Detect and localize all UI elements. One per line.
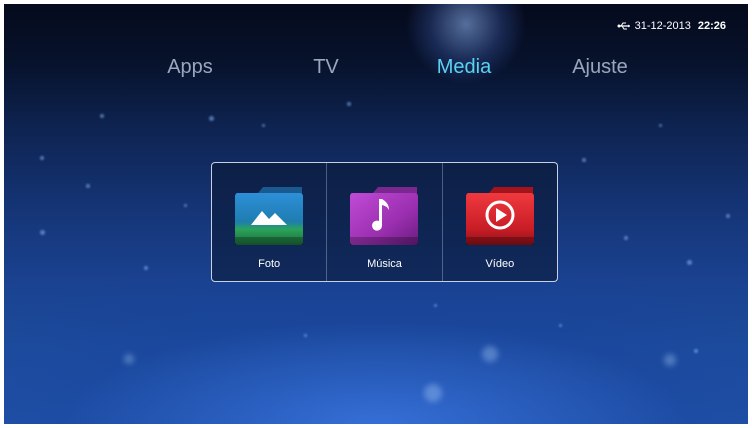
status-date: 31-12-2013: [634, 20, 691, 32]
background-sparkle: [582, 158, 586, 162]
background-sparkle: [304, 334, 307, 337]
background-sparkle: [347, 102, 351, 106]
background-sparkle: [659, 124, 662, 127]
background-sparkle: [100, 114, 104, 118]
tab-media[interactable]: Media: [437, 56, 491, 79]
background-sparkle: [424, 384, 442, 402]
background-sparkle: [482, 346, 498, 362]
background-sparkle: [184, 204, 187, 207]
photo-folder-icon: [235, 187, 304, 245]
tile-foto[interactable]: Foto: [212, 163, 326, 281]
status-bar: 31-12-2013 22:26: [617, 20, 726, 32]
background-sparkle: [124, 354, 134, 364]
tile-label-musica: Música: [367, 258, 402, 270]
background-sparkle: [726, 214, 730, 218]
background-sparkle: [262, 124, 265, 127]
background-sparkle: [664, 354, 676, 366]
background-sparkle: [694, 349, 698, 353]
music-folder-icon: [350, 187, 419, 245]
background-sparkle: [40, 156, 44, 160]
background-sparkle: [687, 260, 692, 265]
tile-label-foto: Foto: [258, 258, 281, 270]
media-panel: Foto Música Vídeo: [211, 162, 558, 282]
background-sparkle: [144, 266, 148, 270]
status-time: 22:26: [697, 20, 726, 32]
background-sparkle: [209, 116, 214, 121]
background-sparkle: [559, 324, 562, 327]
tab-tv[interactable]: TV: [313, 56, 339, 79]
usb-icon: [617, 22, 630, 30]
tile-video[interactable]: Vídeo: [441, 163, 557, 281]
background-sparkle: [40, 230, 45, 235]
tile-musica[interactable]: Música: [326, 163, 441, 281]
tab-apps[interactable]: Apps: [167, 56, 213, 79]
background-sparkle: [624, 236, 628, 240]
background-sparkle: [86, 184, 90, 188]
tab-ajuste[interactable]: Ajuste: [572, 56, 628, 79]
home-screen: 31-12-2013 22:26 Apps TV Media Ajuste Fo…: [4, 4, 748, 424]
main-nav: Apps TV Media Ajuste: [4, 56, 748, 86]
tile-label-video: Vídeo: [485, 258, 515, 270]
video-folder-icon: [465, 187, 534, 245]
background-sparkle: [434, 304, 437, 307]
